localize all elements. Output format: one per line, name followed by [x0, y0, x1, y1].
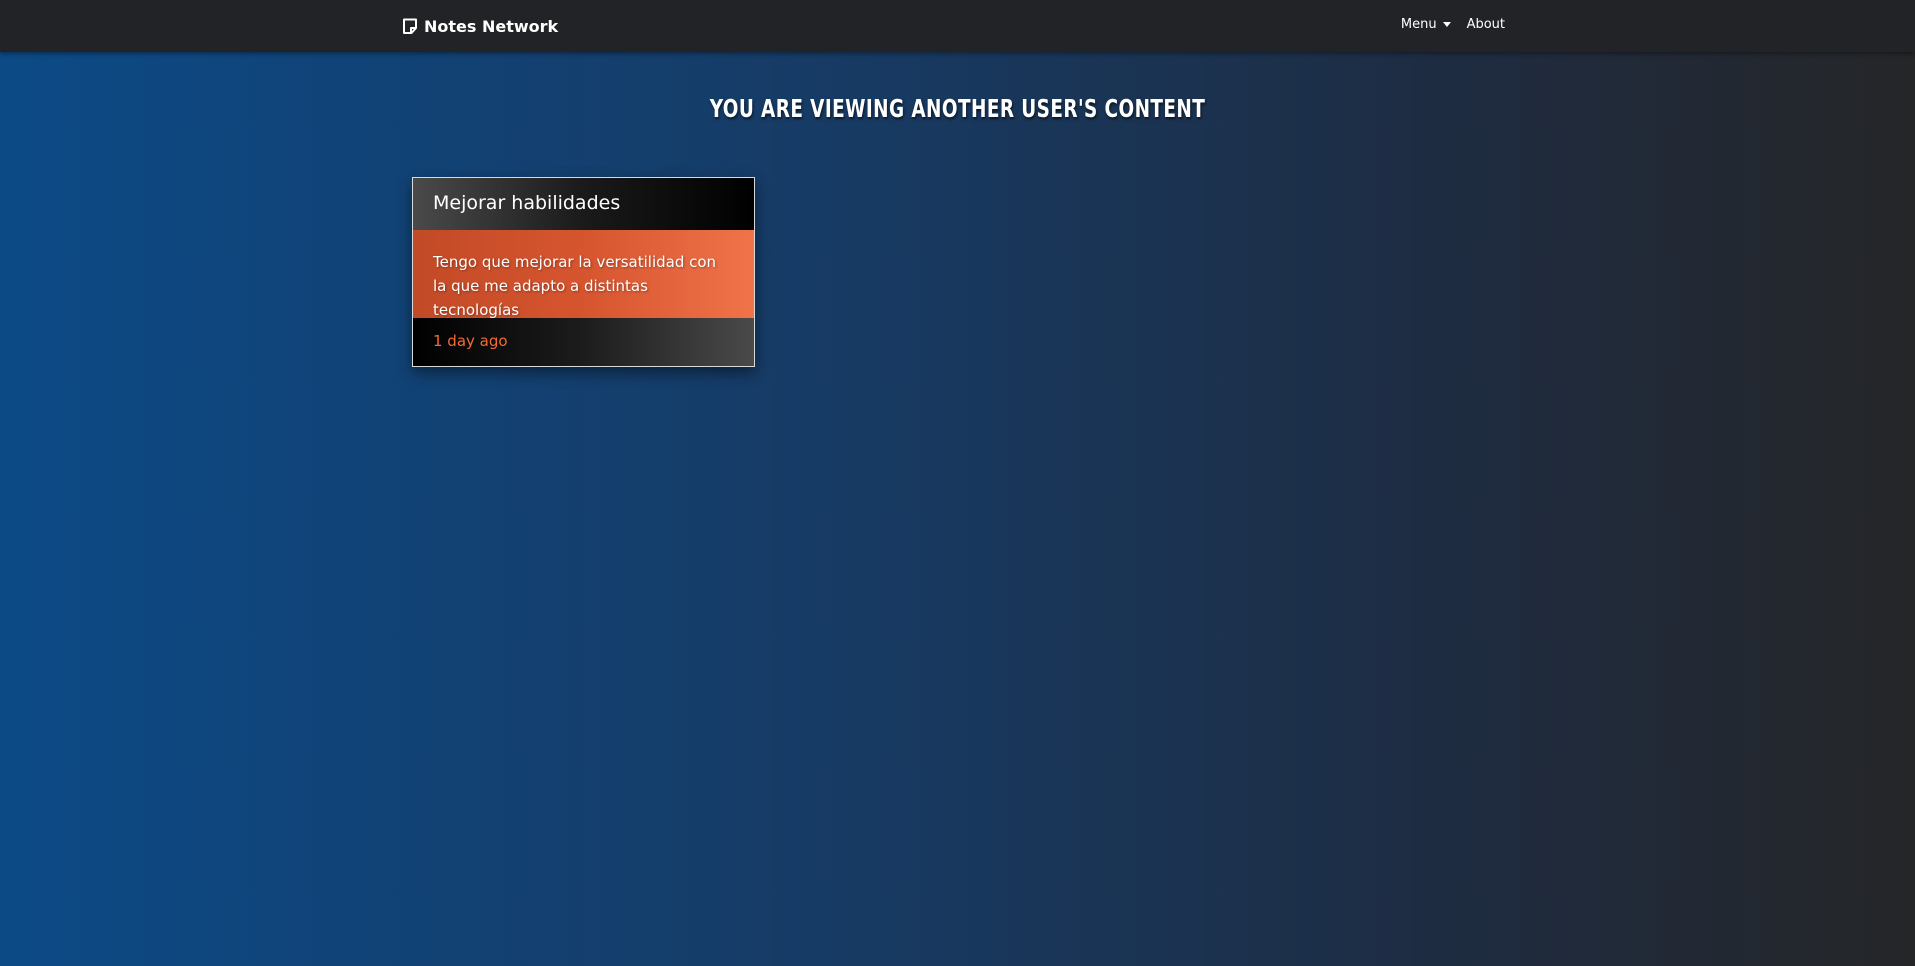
page-title: You are viewing another user's content [709, 94, 1206, 123]
sticky-note-icon [402, 18, 418, 35]
brand-link[interactable]: Notes Network [402, 15, 558, 37]
brand-label: Notes Network [424, 16, 559, 36]
nav-links: Menu About [1401, 17, 1505, 32]
note-card[interactable]: Mejorar habilidades Tengo que mejorar la… [412, 177, 755, 367]
note-body: Tengo que mejorar la versatilidad con la… [413, 230, 754, 319]
caret-down-icon [1442, 22, 1451, 27]
menu-dropdown-toggle[interactable]: Menu [1401, 17, 1451, 32]
about-link[interactable]: About [1467, 17, 1505, 32]
menu-label: Menu [1400, 17, 1437, 32]
note-title: Mejorar habilidades [413, 178, 754, 230]
note-timestamp: 1 day ago [413, 318, 754, 366]
navbar: Notes Network Menu About [0, 0, 1915, 52]
